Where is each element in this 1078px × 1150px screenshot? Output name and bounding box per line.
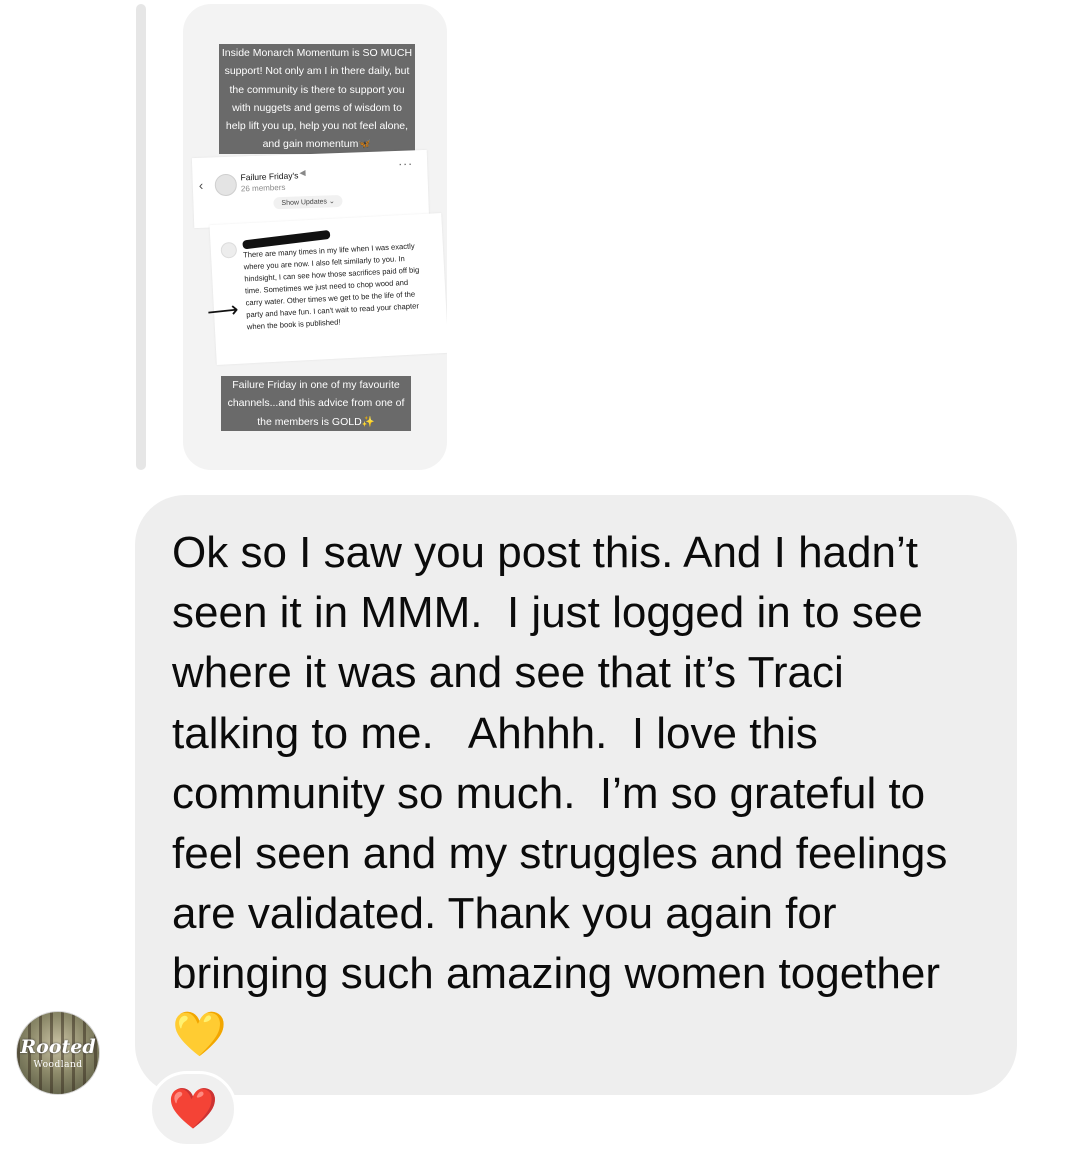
avatar-logo-title: Rooted (20, 1036, 96, 1058)
speaker-icon: ◀ (299, 168, 306, 178)
comment-screenshot: There are many times in my life when I w… (209, 213, 447, 365)
more-dots-icon: ··· (397, 156, 414, 171)
group-avatar (214, 173, 238, 197)
message-bubble[interactable]: Ok so I saw you post this. And I hadn’t … (135, 495, 1017, 1095)
avatar-logo-subtitle: Woodland (33, 1060, 83, 1070)
sender-avatar[interactable]: Rooted Woodland (16, 1011, 100, 1095)
commenter-avatar (220, 241, 238, 259)
story-reply-card[interactable]: Inside Monarch Momentum is SO MUCH suppo… (183, 4, 447, 470)
red-heart-icon: ❤️ (168, 1087, 218, 1131)
message-text: Ok so I saw you post this. And I hadn’t … (172, 528, 960, 1059)
group-name: Failure Friday's (240, 170, 299, 183)
story-caption-top: Inside Monarch Momentum is SO MUCH suppo… (219, 44, 415, 154)
story-caption-bottom: Failure Friday in one of my favourite ch… (221, 376, 411, 431)
reaction-badge[interactable]: ❤️ (149, 1071, 237, 1147)
group-member-count: 26 members (240, 182, 286, 194)
chevron-left-icon: ‹ (198, 177, 204, 193)
reply-quote-bar (136, 4, 146, 470)
comment-text: There are many times in my life when I w… (242, 241, 420, 332)
show-updates-button: Show Updates ⌄ (273, 194, 343, 210)
arrow-right-icon: ⟶ (205, 296, 240, 325)
